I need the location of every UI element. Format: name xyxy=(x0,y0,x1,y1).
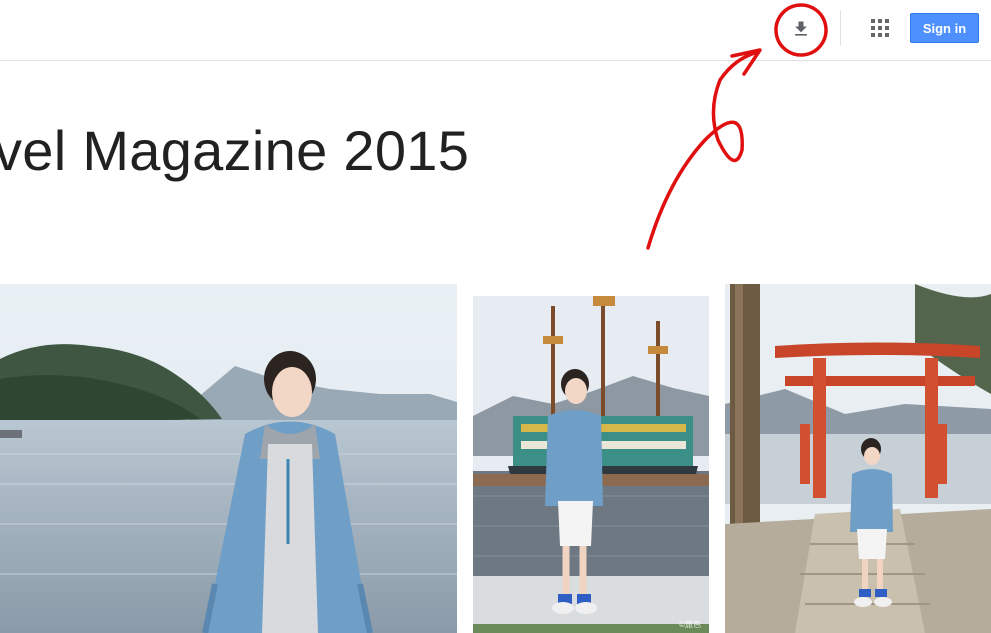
toolbar-divider xyxy=(840,10,841,46)
download-icon xyxy=(795,21,807,36)
apps-grid-icon xyxy=(871,19,889,37)
sign-in-button[interactable]: Sign in xyxy=(910,13,979,43)
page-title: vel Magazine 2015 xyxy=(0,119,470,182)
photo-lake[interactable] xyxy=(0,284,457,633)
photo-torii-gate[interactable] xyxy=(725,284,991,633)
photo-watermark: ©旅色 xyxy=(679,620,701,629)
download-button[interactable] xyxy=(784,12,818,46)
top-bar: Sign in xyxy=(0,0,991,61)
photo-pirate-ship[interactable]: ©旅色 xyxy=(473,296,709,633)
apps-button[interactable] xyxy=(864,12,896,44)
